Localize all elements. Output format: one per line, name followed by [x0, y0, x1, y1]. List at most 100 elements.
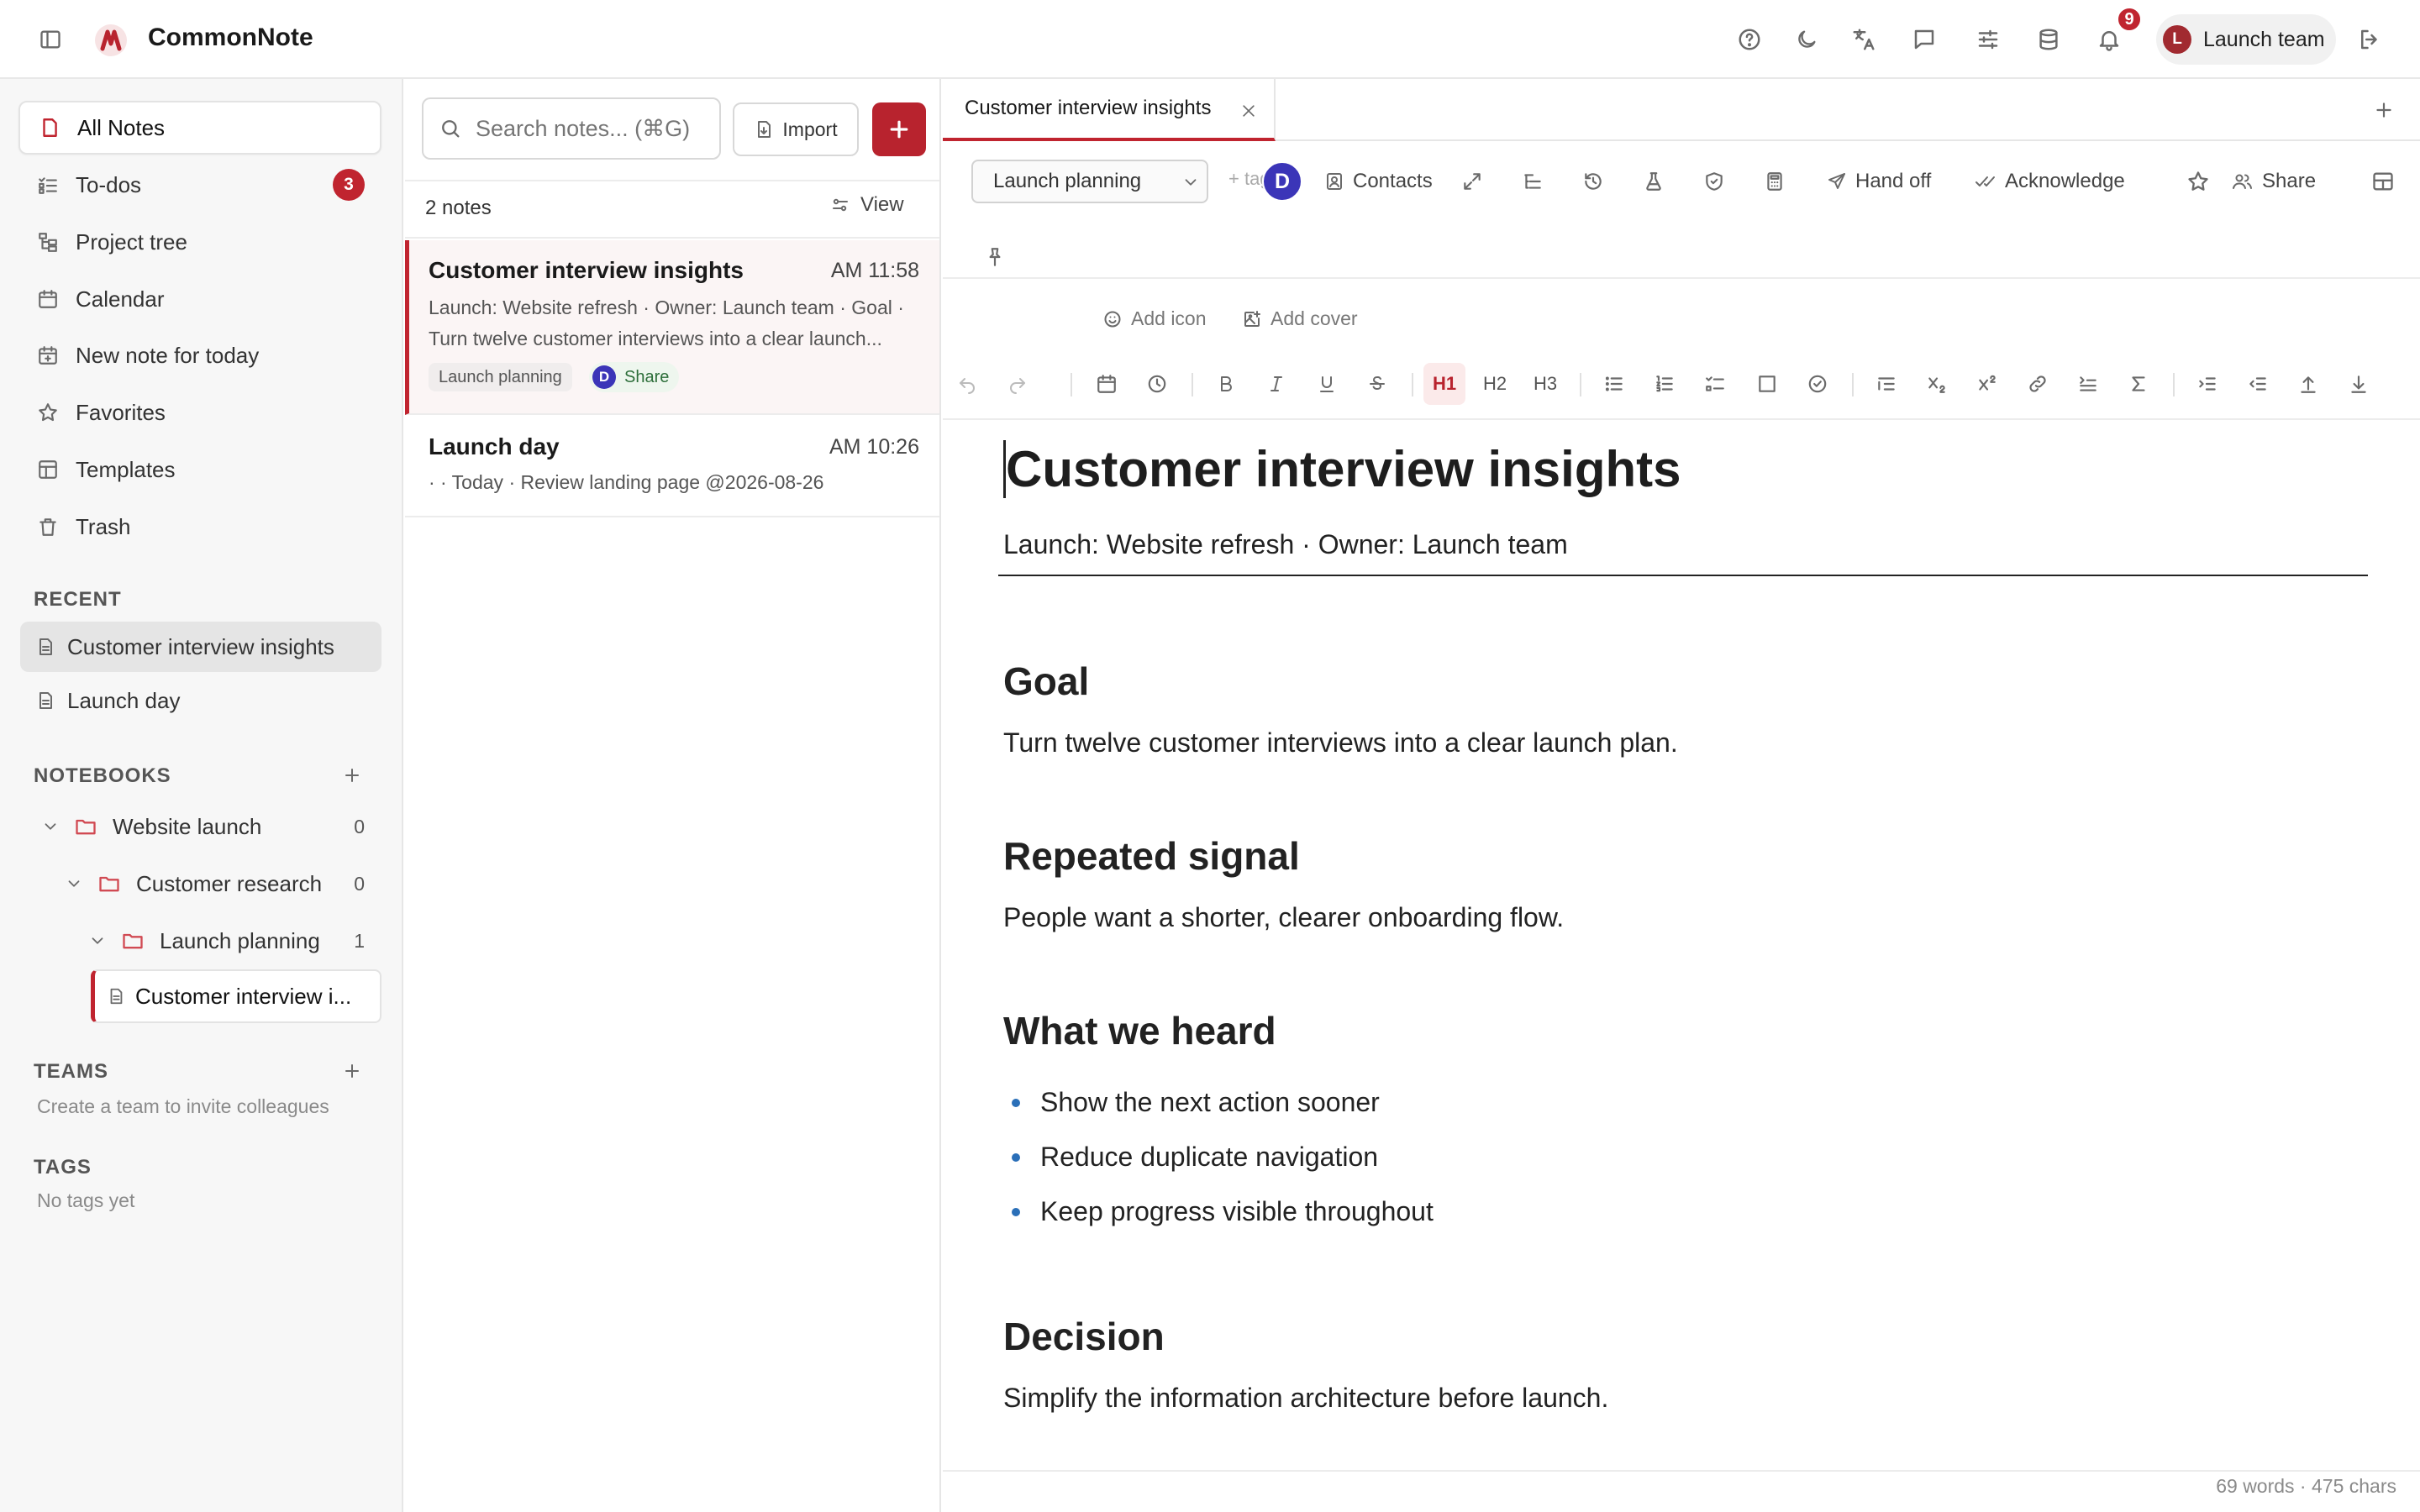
- italic-icon[interactable]: [1255, 363, 1297, 405]
- search-input[interactable]: [476, 115, 702, 142]
- note-card[interactable]: Customer interview insights AM 11:58 Lau…: [405, 240, 939, 415]
- database-icon[interactable]: [2025, 16, 2072, 63]
- notebook-customer-research[interactable]: Customer research 0: [62, 860, 365, 907]
- move-down-icon[interactable]: [2338, 363, 2380, 405]
- import-button[interactable]: Import: [733, 102, 859, 156]
- add-cover-button[interactable]: Add cover: [1242, 307, 1358, 330]
- document-title[interactable]: Customer interview insights: [1003, 440, 1681, 498]
- heading1-button[interactable]: H1: [1423, 363, 1465, 405]
- add-tab-icon[interactable]: [2371, 97, 2396, 123]
- underline-icon[interactable]: [1306, 363, 1348, 405]
- chevron-down-icon[interactable]: [62, 872, 86, 895]
- note-icon: [35, 637, 55, 657]
- translate-icon[interactable]: [1840, 16, 1887, 63]
- paragraph[interactable]: Simplify the information architecture be…: [1003, 1383, 1608, 1414]
- share-button[interactable]: Share: [2232, 165, 2316, 198]
- document-meta[interactable]: Launch: Website refresh · Owner: Launch …: [1003, 529, 1568, 560]
- tab-customer-interview-insights[interactable]: Customer interview insights: [943, 79, 1276, 141]
- hand-off-button[interactable]: Hand off: [1827, 165, 1931, 198]
- expand-icon[interactable]: [1457, 166, 1487, 197]
- new-note-button[interactable]: [872, 102, 926, 156]
- user-menu-button[interactable]: L Launch team: [2156, 14, 2336, 65]
- share-chip[interactable]: D Share: [589, 362, 680, 392]
- section-heading[interactable]: Decision: [1003, 1314, 1165, 1359]
- calculator-icon[interactable]: [1760, 166, 1790, 197]
- strikethrough-icon[interactable]: [1356, 363, 1398, 405]
- star-icon[interactable]: [2183, 166, 2213, 197]
- heading3-button[interactable]: H3: [1524, 363, 1566, 405]
- chat-icon[interactable]: [1901, 16, 1948, 63]
- heading1-label: H1: [1432, 373, 1457, 394]
- recent-item[interactable]: Customer interview insights: [20, 622, 381, 672]
- checklist-icon[interactable]: [1694, 363, 1736, 405]
- notebook-website-launch[interactable]: Website launch 0: [39, 803, 365, 850]
- notebook-launch-planning[interactable]: Launch planning 1: [86, 917, 365, 964]
- calendar-icon[interactable]: [1086, 363, 1128, 405]
- tree-note-customer-interview[interactable]: Customer interview i...: [91, 969, 381, 1023]
- close-icon[interactable]: [1237, 99, 1260, 123]
- note-card[interactable]: Launch day AM 10:26 · · Today · Review l…: [405, 417, 939, 517]
- move-up-icon[interactable]: [2287, 363, 2329, 405]
- sidebar-item-templates[interactable]: Templates: [18, 443, 381, 496]
- note-meta-toolbar: Launch planning + tag D Contacts Hand of…: [943, 141, 2420, 279]
- indent-list-icon[interactable]: [1865, 363, 1907, 405]
- search-box[interactable]: [422, 97, 721, 160]
- sidebar-item-calendar[interactable]: Calendar: [18, 272, 381, 326]
- pin-icon[interactable]: [980, 242, 1010, 272]
- sidebar-toggle-icon[interactable]: [27, 16, 74, 63]
- file-import-icon: [754, 119, 782, 139]
- paragraph[interactable]: Turn twelve customer interviews into a c…: [1003, 727, 1678, 759]
- code-list-icon[interactable]: [2067, 363, 2109, 405]
- moon-icon[interactable]: [1783, 16, 1830, 63]
- logout-icon[interactable]: [2346, 16, 2393, 63]
- superscript-icon[interactable]: [1966, 363, 2008, 405]
- undo-icon[interactable]: [946, 363, 988, 405]
- add-team-icon[interactable]: [339, 1058, 365, 1084]
- check-circle-icon[interactable]: [1797, 363, 1839, 405]
- sigma-icon[interactable]: [2118, 363, 2160, 405]
- redo-icon[interactable]: [997, 363, 1039, 405]
- heading2-button[interactable]: H2: [1474, 363, 1516, 405]
- sidebar-item-new-note-today[interactable]: New note for today: [18, 328, 381, 382]
- sidebar-item-all-notes[interactable]: All Notes: [18, 101, 381, 155]
- avatar[interactable]: D: [1262, 161, 1302, 202]
- acknowledge-button[interactable]: Acknowledge: [1975, 165, 2125, 198]
- bullet-list-icon[interactable]: [1593, 363, 1635, 405]
- notebook-select[interactable]: Launch planning: [971, 160, 1208, 203]
- section-heading[interactable]: Goal: [1003, 659, 1089, 704]
- note-tag[interactable]: Launch planning: [429, 363, 572, 391]
- sidebar-item-todos[interactable]: To-dos 3: [18, 158, 381, 212]
- subscript-icon[interactable]: [1916, 363, 1958, 405]
- history-icon[interactable]: [1578, 166, 1608, 197]
- link-icon[interactable]: [2017, 363, 2059, 405]
- sidebar-item-favorites[interactable]: Favorites: [18, 386, 381, 439]
- checkbox-icon[interactable]: [1746, 363, 1788, 405]
- recent-item[interactable]: Launch day: [20, 675, 381, 726]
- clock-icon[interactable]: [1136, 363, 1178, 405]
- heading3-label: H3: [1533, 373, 1558, 394]
- layout-icon[interactable]: [2368, 166, 2398, 197]
- contacts-button[interactable]: Contacts: [1324, 165, 1433, 198]
- chevron-down-icon[interactable]: [86, 929, 109, 953]
- indent-icon[interactable]: [2186, 363, 2228, 405]
- section-heading[interactable]: What we heard: [1003, 1008, 1276, 1053]
- paragraph[interactable]: People want a shorter, clearer onboardin…: [1003, 902, 1564, 933]
- sidebar-item-project-tree[interactable]: Project tree: [18, 215, 381, 269]
- bold-icon[interactable]: [1205, 363, 1247, 405]
- help-icon[interactable]: [1726, 16, 1773, 63]
- shield-icon[interactable]: [1699, 166, 1729, 197]
- sidebar-item-trash[interactable]: Trash: [18, 500, 381, 554]
- numbered-list-icon[interactable]: [1644, 363, 1686, 405]
- add-notebook-icon[interactable]: [339, 763, 365, 788]
- flask-icon[interactable]: [1639, 166, 1669, 197]
- chevron-down-icon[interactable]: [39, 815, 62, 838]
- view-options-button[interactable]: View: [830, 193, 904, 217]
- double-check-icon: [1975, 171, 2005, 192]
- add-icon-button[interactable]: Add icon: [1102, 307, 1207, 330]
- outline-icon[interactable]: [1518, 166, 1548, 197]
- sliders-icon[interactable]: [1965, 16, 2012, 63]
- outdent-icon[interactable]: [2237, 363, 2279, 405]
- add-icon-label: Add icon: [1131, 307, 1207, 329]
- toolbar-divider: [1412, 373, 1413, 396]
- section-heading[interactable]: Repeated signal: [1003, 833, 1300, 879]
